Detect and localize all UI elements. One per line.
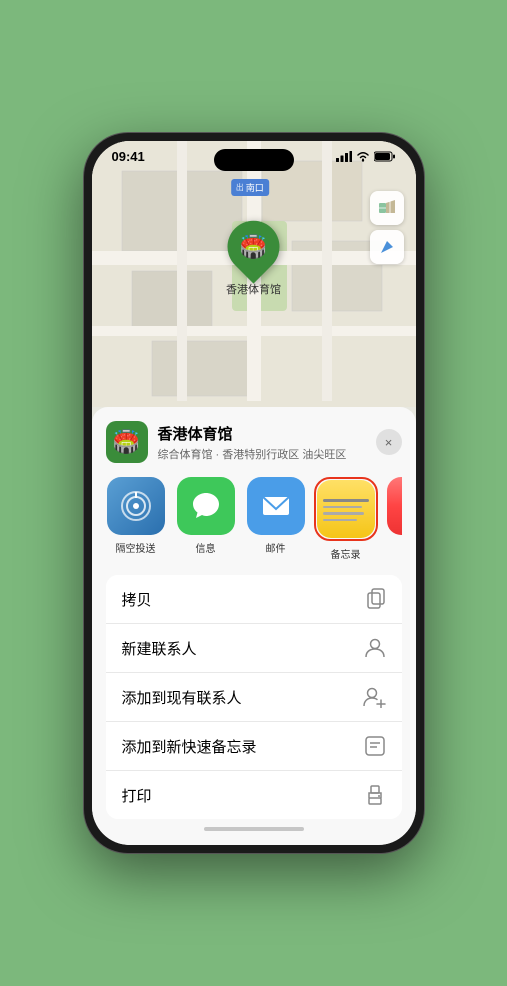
- print-icon: [364, 784, 386, 806]
- venue-subtitle: 综合体育馆 · 香港特别行政区 油尖旺区: [158, 446, 366, 462]
- close-button[interactable]: ×: [376, 429, 402, 455]
- close-icon: ×: [385, 435, 393, 450]
- wifi-icon: [356, 151, 370, 162]
- phone-screen: 09:41: [92, 141, 416, 845]
- action-quick-note[interactable]: 添加到新快速备忘录: [106, 722, 402, 771]
- home-indicator-area: [106, 819, 402, 831]
- mail-label: 邮件: [266, 540, 286, 555]
- share-item-mail[interactable]: 邮件: [246, 477, 306, 561]
- add-contact-label: 添加到现有联系人: [122, 687, 242, 708]
- map-type-button[interactable]: [370, 191, 404, 225]
- notes-lines: [317, 491, 375, 527]
- print-label: 打印: [122, 785, 152, 806]
- map-icon: [378, 199, 396, 217]
- mail-svg: [259, 489, 293, 523]
- venue-icon: 🏟️: [106, 421, 148, 463]
- share-row: 隔空投送 信息: [106, 477, 402, 567]
- action-copy[interactable]: 拷贝: [106, 575, 402, 624]
- notes-label: 备忘录: [331, 546, 361, 561]
- new-contact-label: 新建联系人: [122, 638, 197, 659]
- notes-icon: [317, 480, 375, 538]
- status-icons: [336, 151, 396, 162]
- signal-icon: [336, 151, 352, 162]
- map-controls: [370, 191, 404, 268]
- action-list: 拷贝 新建联系人 添加到现有联系人: [106, 575, 402, 819]
- notes-line-1: [323, 499, 369, 502]
- share-item-notes[interactable]: 备忘录: [316, 477, 376, 561]
- share-item-airdrop[interactable]: 隔空投送: [106, 477, 166, 561]
- bottom-sheet: 🏟️ 香港体育馆 综合体育馆 · 香港特别行政区 油尖旺区 ×: [92, 407, 416, 845]
- action-print[interactable]: 打印: [106, 771, 402, 819]
- venue-name: 香港体育馆: [158, 423, 366, 444]
- battery-icon: [374, 151, 396, 162]
- notes-line-4: [323, 519, 358, 522]
- pin-circle: 🏟️: [217, 210, 291, 284]
- action-add-contact[interactable]: 添加到现有联系人: [106, 673, 402, 722]
- location-pin: 🏟️ 香港体育馆: [226, 221, 281, 297]
- location-button[interactable]: [370, 230, 404, 264]
- dynamic-island: [214, 149, 294, 171]
- venue-text: 香港体育馆 综合体育馆 · 香港特别行政区 油尖旺区: [158, 423, 366, 462]
- venue-icon-emoji: 🏟️: [113, 429, 140, 455]
- map-entrance-label: 出 南口: [231, 179, 269, 196]
- more-icon: [387, 477, 402, 535]
- share-item-messages[interactable]: 信息: [176, 477, 236, 561]
- map-area: 出 南口: [92, 141, 416, 407]
- share-item-more[interactable]: 推荐: [386, 477, 402, 561]
- person-icon: [364, 637, 386, 659]
- entrance-text: 南口: [246, 181, 264, 194]
- mail-icon: [247, 477, 305, 535]
- airdrop-icon: [107, 477, 165, 535]
- copy-icon: [366, 588, 386, 610]
- airdrop-svg: [120, 490, 152, 522]
- quick-note-label: 添加到新快速备忘录: [122, 736, 257, 757]
- airdrop-label: 隔空投送: [116, 540, 156, 555]
- action-new-contact[interactable]: 新建联系人: [106, 624, 402, 673]
- note-icon: [364, 735, 386, 757]
- notes-line-3: [323, 512, 364, 515]
- venue-info: 🏟️ 香港体育馆 综合体育馆 · 香港特别行政区 油尖旺区 ×: [106, 421, 402, 463]
- notes-selected-border: [314, 477, 378, 541]
- home-indicator: [204, 827, 304, 831]
- notes-line-2: [323, 506, 362, 509]
- location-arrow-icon: [379, 239, 395, 255]
- copy-label: 拷贝: [122, 589, 152, 610]
- phone-frame: 09:41: [84, 133, 424, 853]
- messages-icon: [177, 477, 235, 535]
- messages-svg: [189, 489, 223, 523]
- person-add-icon: [362, 686, 386, 708]
- status-time: 09:41: [112, 149, 145, 164]
- pin-icon: 🏟️: [240, 234, 267, 260]
- messages-label: 信息: [196, 540, 216, 555]
